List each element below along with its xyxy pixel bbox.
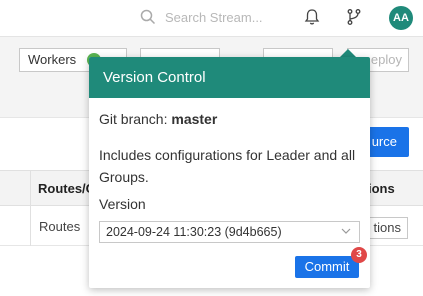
search-box[interactable]: Search Stream... [140, 9, 275, 27]
bell-icon[interactable] [304, 8, 320, 31]
search-placeholder: Search Stream... [165, 10, 263, 25]
git-branch-info: Git branch: master [99, 111, 217, 127]
version-select[interactable]: 2024-09-24 11:30:23 (9d4b665) [99, 221, 360, 243]
routes-cell[interactable]: Routes [39, 219, 80, 234]
popover-arrow [340, 49, 356, 57]
git-branch-name: master [171, 111, 218, 127]
column-divider [30, 170, 31, 246]
version-label: Version [99, 196, 146, 212]
top-bar: Search Stream... AA [0, 0, 423, 36]
version-control-popover: Version Control Git branch: master Inclu… [89, 57, 370, 288]
column-header-routes[interactable]: Routes/C [38, 181, 95, 196]
search-icon [140, 9, 156, 25]
column-header-actions: ions [368, 181, 395, 196]
commit-count-badge: 3 [351, 247, 367, 263]
chevron-down-icon [341, 228, 351, 234]
git-branch-prefix: Git branch: [99, 111, 172, 127]
popover-title: Version Control [89, 57, 370, 98]
workers-label: Workers [28, 52, 77, 67]
git-branch-icon[interactable] [346, 8, 362, 31]
commit-button[interactable]: Commit [295, 256, 359, 278]
version-select-value: 2024-09-24 11:30:23 (9d4b665) [106, 225, 282, 239]
avatar[interactable]: AA [389, 6, 413, 30]
popover-description: Includes configurations for Leader and a… [99, 147, 356, 185]
